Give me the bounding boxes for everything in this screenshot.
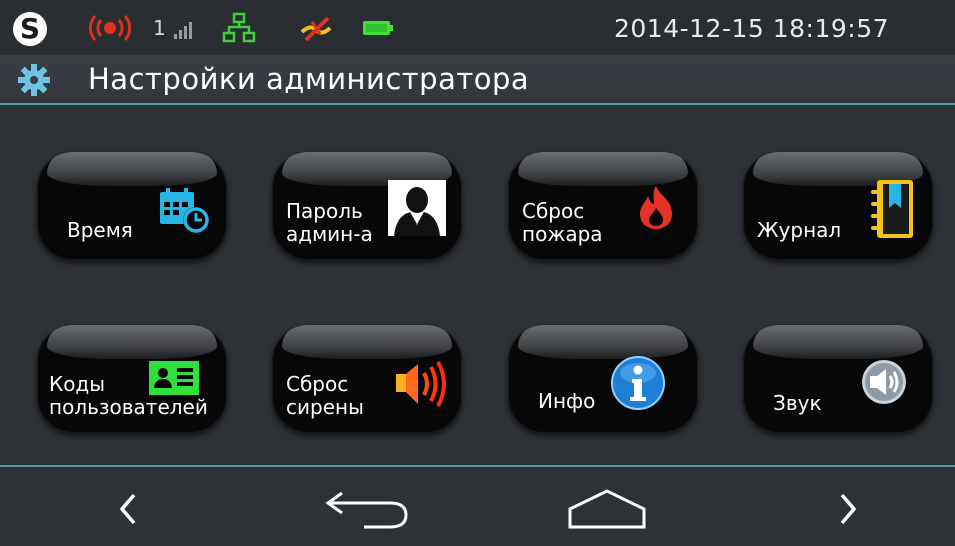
alarm-broadcast-icon [88,15,132,41]
battery-icon [363,21,393,35]
admin-password-button[interactable]: Пароль админ-а [272,152,462,260]
home-icon [568,489,646,529]
signal-number: 1 [153,16,166,40]
journal-icon [871,180,913,238]
phone-line-disconnected-icon [300,16,332,42]
chevron-right-icon [840,493,857,525]
prev-page-button[interactable] [100,487,156,531]
back-button[interactable] [318,487,418,531]
time-button-label: Время [67,218,133,242]
siren-reset-button-label: Сброс сирены [286,372,364,419]
siren-reset-button[interactable]: Сброс сирены [272,325,462,433]
page-title: Настройки администратора [88,62,530,96]
status-bar: S 1 2014-12-15 18:19:57 [0,0,955,55]
sound-button[interactable]: Звук [743,325,933,433]
info-button-label: Инфо [538,389,596,413]
time-button[interactable]: Время [37,152,227,260]
admin-password-button-label: Пароль админ-а [286,199,373,246]
user-silhouette-icon [388,180,446,236]
fire-icon [640,186,672,229]
fire-reset-button[interactable]: Сброс пожара [508,152,698,260]
clock: 2014-12-15 18:19:57 [613,14,889,43]
id-card-icon [149,361,199,395]
navigation-bar [0,465,955,546]
siren-speaker-icon [396,361,446,407]
sound-icon [862,360,906,404]
signal-strength-icon [174,22,192,39]
journal-button-label: Журнал [757,218,842,242]
gear-icon [18,64,50,96]
info-button[interactable]: Инфо [508,325,698,433]
network-icon [222,12,256,43]
calendar-clock-icon [160,188,209,233]
next-page-button[interactable] [820,487,876,531]
back-arrow-icon [325,491,408,529]
brand-logo: S [13,12,47,46]
brand-logo-letter: S [19,12,41,45]
chevron-left-icon [119,493,136,525]
user-codes-button[interactable]: Коды пользователей [37,325,227,433]
fire-reset-button-label: Сброс пожара [522,199,603,246]
title-bar: Настройки администратора [0,55,955,105]
home-button[interactable] [557,487,657,531]
sound-button-label: Звук [773,391,822,415]
journal-button[interactable]: Журнал [743,152,933,260]
info-icon [611,356,665,410]
